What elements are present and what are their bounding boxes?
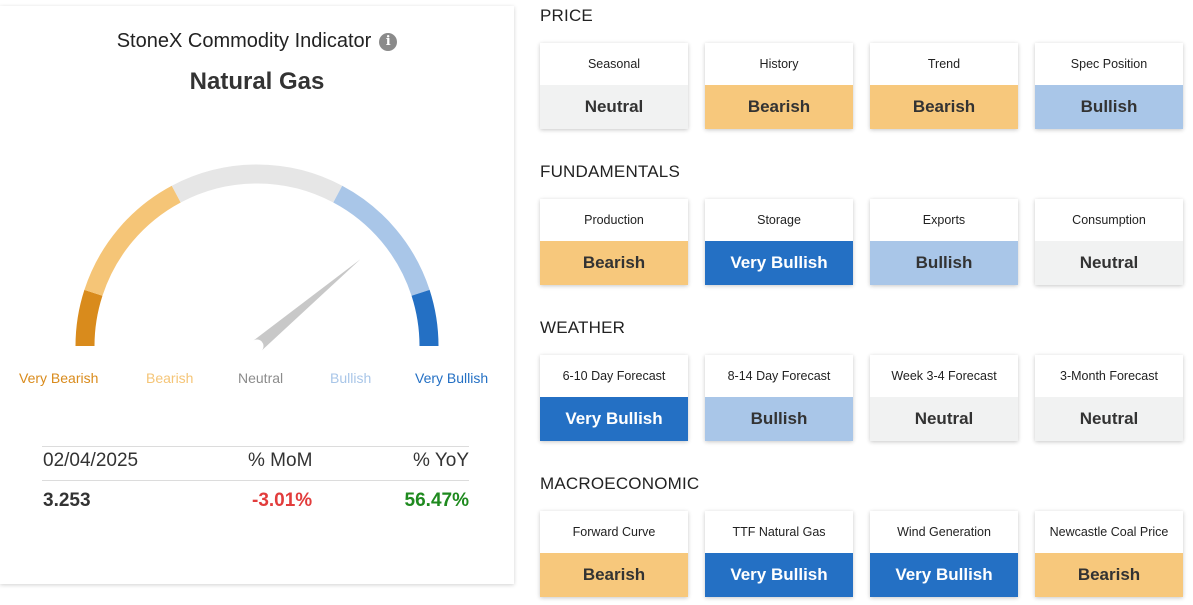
tile-value: Very Bullish <box>870 553 1018 597</box>
tile-label: 3-Month Forecast <box>1060 368 1158 383</box>
stats-divider-top <box>42 446 469 447</box>
tile-label: Consumption <box>1072 212 1146 227</box>
indicator-tile-spec-position[interactable]: Spec Position Bullish <box>1035 43 1183 129</box>
indicator-tile-seasonal[interactable]: Seasonal Neutral <box>540 43 688 129</box>
section-title-weather: WEATHER <box>540 318 626 337</box>
stats-mom-value: -3.01% <box>252 490 313 511</box>
tile-value: Neutral <box>1035 397 1183 441</box>
tile-label: Exports <box>922 212 966 227</box>
indicator-tile-6-10-day-forecast[interactable]: 6-10 Day Forecast Very Bullish <box>540 355 688 441</box>
gauge-arcs <box>75 164 439 347</box>
tile-value: Bullish <box>870 241 1018 285</box>
gauge-needle <box>252 259 361 351</box>
tile-value: Very Bullish <box>540 397 688 441</box>
stats-date: 02/04/2025 <box>43 450 139 471</box>
tile-label: Seasonal <box>587 56 641 71</box>
tile-label: 8-14 Day Forecast <box>727 368 831 383</box>
section-title-fundamentals: FUNDAMENTALS <box>540 162 680 181</box>
tile-label: 6-10 Day Forecast <box>562 368 666 383</box>
tile-value: Neutral <box>540 85 688 129</box>
indicator-tile-newcastle-coal-price[interactable]: Newcastle Coal Price Bearish <box>1035 511 1183 597</box>
gauge-band-bearish <box>84 185 181 296</box>
tile-label: Week 3-4 Forecast <box>891 368 997 383</box>
tile-value: Neutral <box>870 397 1018 441</box>
tile-label: History <box>759 56 799 71</box>
tile-label: Trend <box>927 56 961 71</box>
indicator-tile-trend[interactable]: Trend Bearish <box>870 43 1018 129</box>
gauge-band-very-bullish <box>411 289 439 347</box>
tile-value: Neutral <box>1035 241 1183 285</box>
stats-mom-label: % MoM <box>248 450 313 471</box>
indicator-tile-3-month-forecast[interactable]: 3-Month Forecast Neutral <box>1035 355 1183 441</box>
stats-divider-middle <box>42 480 469 481</box>
indicator-tile-ttf-natural-gas[interactable]: TTF Natural Gas Very Bullish <box>705 511 853 597</box>
gauge-needle-pointer <box>252 259 361 351</box>
indicator-tile-exports[interactable]: Exports Bullish <box>870 199 1018 285</box>
indicator-tile-wind-generation[interactable]: Wind Generation Very Bullish <box>870 511 1018 597</box>
indicator-tile-8-14-day-forecast[interactable]: 8-14 Day Forecast Bullish <box>705 355 853 441</box>
tile-value: Bearish <box>705 85 853 129</box>
gauge <box>75 164 439 351</box>
scale-label-bullish: Bullish <box>330 370 372 386</box>
tile-label: Forward Curve <box>572 524 656 539</box>
indicator-tile-week-3-4-forecast[interactable]: Week 3-4 Forecast Neutral <box>870 355 1018 441</box>
tile-value: Bearish <box>870 85 1018 129</box>
indicator-tile-production[interactable]: Production Bearish <box>540 199 688 285</box>
tile-value: Bearish <box>1035 553 1183 597</box>
tile-value: Very Bullish <box>705 241 853 285</box>
gauge-band-neutral <box>171 164 343 203</box>
indicator-tile-history[interactable]: History Bearish <box>705 43 853 129</box>
stats-price: 3.253 <box>43 490 91 511</box>
section-title-macroeconomic: MACROECONOMIC <box>540 474 700 493</box>
tile-label: Newcastle Coal Price <box>1049 524 1169 539</box>
stats-yoy-label: % YoY <box>413 450 469 471</box>
tile-label: Spec Position <box>1070 56 1148 71</box>
tile-value: Bearish <box>540 553 688 597</box>
section-title-price: PRICE <box>540 6 593 25</box>
tile-value: Very Bullish <box>705 553 853 597</box>
indicator-tile-forward-curve[interactable]: Forward Curve Bearish <box>540 511 688 597</box>
stats-yoy-value: 56.47% <box>404 490 469 511</box>
tile-label: Production <box>584 212 644 227</box>
tile-value: Bullish <box>1035 85 1183 129</box>
gauge-band-very-bearish <box>75 289 103 347</box>
tile-value: Bearish <box>540 241 688 285</box>
tile-value: Bullish <box>705 397 853 441</box>
scale-label-neutral: Neutral <box>238 370 284 386</box>
scale-label-very-bearish: Very Bearish <box>19 370 99 386</box>
scale-label-very-bullish: Very Bullish <box>415 370 489 386</box>
gauge-band-bullish <box>333 185 430 296</box>
indicator-card: StoneX Commodity Indicator i Natural Gas … <box>0 6 514 584</box>
tile-label: Storage <box>757 212 801 227</box>
scale-label-bearish: Bearish <box>146 370 194 386</box>
indicator-tile-consumption[interactable]: Consumption Neutral <box>1035 199 1183 285</box>
indicator-tile-storage[interactable]: Storage Very Bullish <box>705 199 853 285</box>
tile-label: TTF Natural Gas <box>732 524 826 539</box>
tile-label: Wind Generation <box>897 524 991 539</box>
